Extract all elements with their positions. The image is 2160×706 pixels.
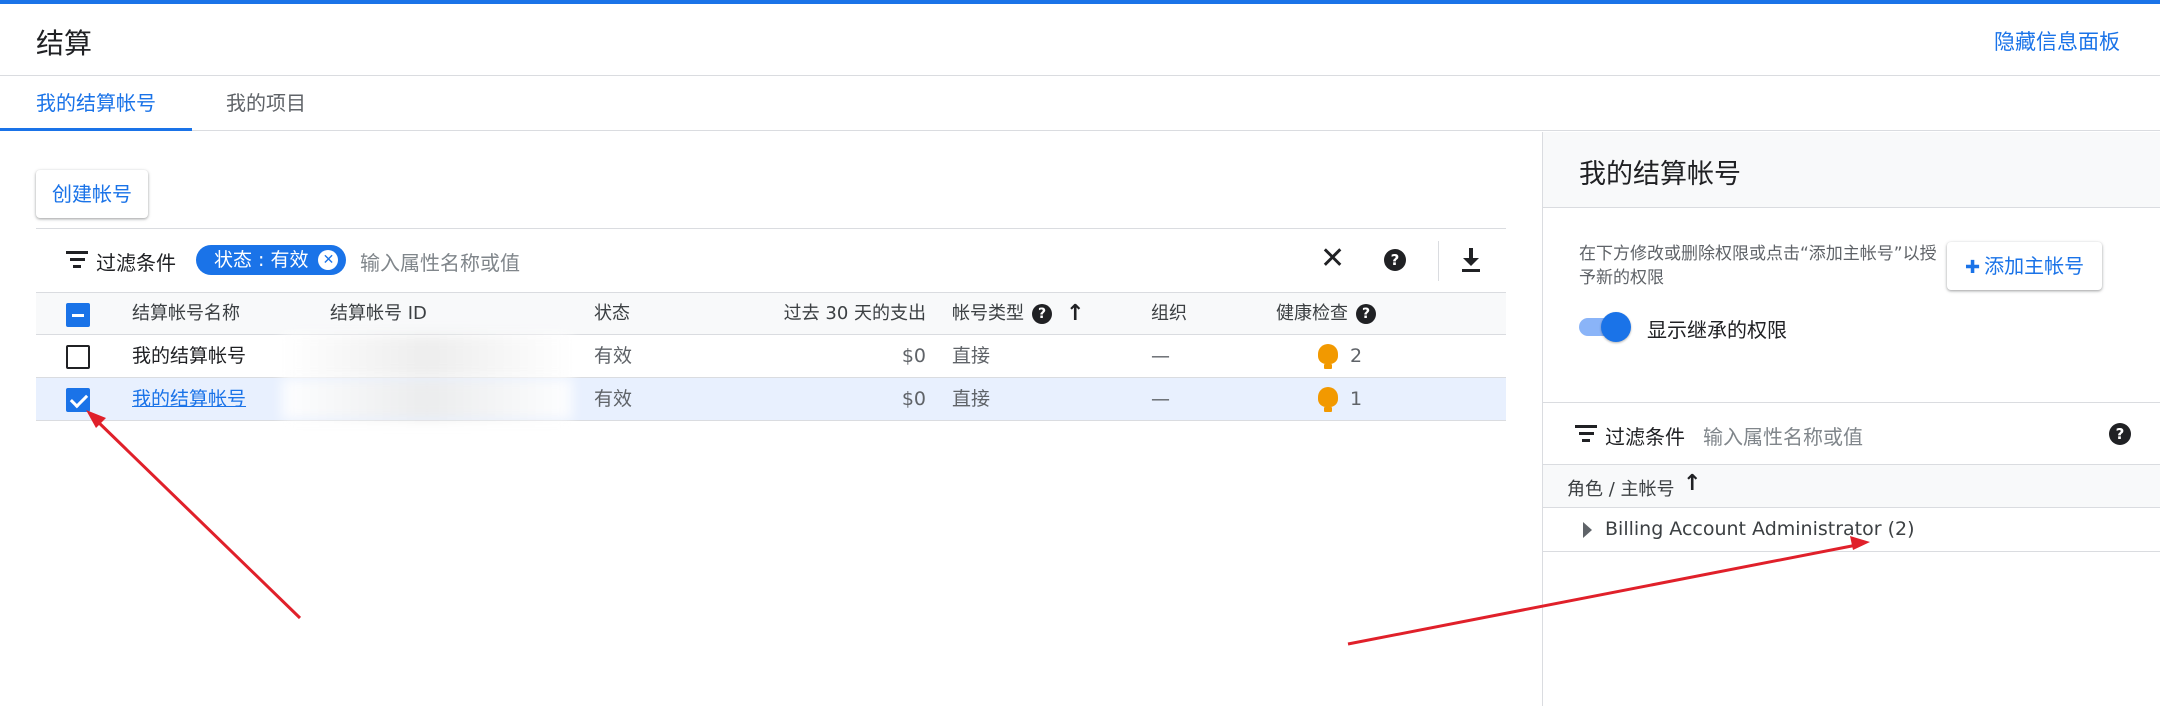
create-account-button[interactable]: 创建帐号 — [36, 170, 148, 218]
table-row[interactable]: 我的结算帐号 有效 $0 直接 — 1 — [36, 378, 1506, 421]
col-header-role[interactable]: 角色 / 主帐号 — [1567, 475, 1675, 501]
account-name[interactable]: 我的结算帐号 — [132, 335, 246, 377]
role-row-label: Billing Account Administrator (2) — [1605, 518, 1915, 540]
page-title: 结算 — [36, 27, 93, 60]
roles-table-header: 角色 / 主帐号 ↑ — [1543, 464, 2160, 508]
toolbar-divider — [1438, 241, 1439, 281]
select-all-checkbox[interactable] — [66, 303, 90, 327]
filter-input[interactable]: 输入属性名称或值 — [360, 247, 520, 276]
chip-remove-icon[interactable]: ✕ — [318, 250, 339, 270]
health-check[interactable]: 2 — [1318, 335, 1362, 377]
account-type: 直接 — [952, 345, 991, 367]
col-header-org[interactable]: 组织 — [1151, 293, 1187, 335]
col-header-health[interactable]: 健康检查? — [1276, 293, 1376, 335]
page-header: 结算 隐藏信息面板 — [0, 4, 2160, 76]
health-check[interactable]: 1 — [1318, 378, 1362, 420]
panel-filter-bar: 过滤条件 输入属性名称或值 ? — [1543, 402, 2160, 464]
account-type: 直接 — [952, 388, 991, 410]
add-principal-button[interactable]: ✚ 添加主帐号 — [1947, 242, 2103, 290]
status-filter-chip-label: 状态 : 有效 — [214, 249, 309, 271]
col-header-name[interactable]: 结算帐号名称 — [132, 293, 240, 335]
info-panel-title: 我的结算帐号 — [1579, 159, 1741, 190]
row-checkbox[interactable] — [66, 388, 90, 412]
expand-caret-icon[interactable] — [1583, 522, 1592, 538]
inherited-permissions-label: 显示继承的权限 — [1647, 318, 1787, 342]
filter-icon — [66, 251, 88, 271]
account-org: — — [1151, 388, 1170, 410]
inherited-permissions-toggle[interactable] — [1579, 310, 1631, 344]
sort-ascending-icon[interactable]: ↑ — [1683, 471, 1701, 496]
info-panel-header: 我的结算帐号 — [1543, 132, 2160, 208]
help-icon[interactable]: ? — [1384, 249, 1406, 271]
redacted-account-id — [282, 335, 572, 377]
account-status: 有效 — [594, 345, 633, 367]
col-header-status[interactable]: 状态 — [594, 293, 630, 335]
table-row[interactable]: 我的结算帐号 有效 $0 直接 — 2 — [36, 335, 1506, 378]
main-content: 创建帐号 过滤条件 状态 : 有效 ✕ 输入属性名称或值 ✕ ? 结算帐号名称 … — [0, 132, 1542, 706]
status-filter-chip[interactable]: 状态 : 有效 ✕ — [196, 245, 347, 275]
add-person-icon: ✚ — [1965, 256, 1981, 278]
panel-filter-input[interactable]: 输入属性名称或值 — [1703, 421, 1863, 450]
col-header-type[interactable]: 帐号类型? ↑ — [952, 293, 1084, 335]
health-count: 1 — [1350, 388, 1363, 410]
account-spend: $0 — [901, 388, 926, 410]
table-header: 结算帐号名称 结算帐号 ID 状态 过去 30 天的支出 帐号类型? ↑ 组织 健… — [36, 292, 1506, 335]
filter-bar: 过滤条件 状态 : 有效 ✕ 输入属性名称或值 ✕ ? — [36, 228, 1506, 292]
permissions-description: 在下方修改或删除权限或点击“添加主帐号”以授予新的权限 — [1579, 244, 1937, 288]
account-name-link[interactable]: 我的结算帐号 — [132, 378, 246, 420]
help-icon[interactable]: ? — [1032, 304, 1052, 324]
info-panel: 我的结算帐号 在下方修改或删除权限或点击“添加主帐号”以授予新的权限 ✚ 添加主帐… — [1542, 132, 2160, 706]
account-spend: $0 — [901, 345, 926, 367]
account-org: — — [1151, 345, 1170, 367]
clear-filter-icon[interactable]: ✕ — [1320, 243, 1345, 275]
col-header-health-label: 健康检查 — [1276, 303, 1348, 324]
row-checkbox[interactable] — [66, 345, 90, 369]
sort-ascending-icon[interactable]: ↑ — [1066, 293, 1084, 335]
tab-my-projects[interactable]: 我的项目 — [190, 77, 342, 131]
filter-icon — [1575, 425, 1597, 445]
help-icon[interactable]: ? — [2109, 423, 2131, 445]
col-header-id[interactable]: 结算帐号 ID — [330, 293, 427, 335]
account-status: 有效 — [594, 388, 633, 410]
col-header-spend[interactable]: 过去 30 天的支出 — [736, 293, 926, 335]
col-header-type-label: 帐号类型 — [952, 303, 1024, 324]
lightbulb-icon — [1318, 343, 1338, 370]
tab-bar: 我的结算帐号 我的项目 — [0, 77, 2160, 131]
panel-filter-label: 过滤条件 — [1605, 425, 1685, 449]
billing-accounts-table: 结算帐号名称 结算帐号 ID 状态 过去 30 天的支出 帐号类型? ↑ 组织 健… — [36, 292, 1506, 421]
help-icon[interactable]: ? — [1356, 304, 1376, 324]
add-principal-label: 添加主帐号 — [1984, 254, 2085, 278]
lightbulb-icon — [1318, 386, 1338, 413]
role-row[interactable]: Billing Account Administrator (2) — [1543, 508, 2160, 552]
redacted-account-id — [282, 378, 572, 420]
health-count: 2 — [1350, 345, 1363, 367]
filter-label: 过滤条件 — [96, 251, 176, 275]
tab-my-billing-accounts[interactable]: 我的结算帐号 — [0, 77, 192, 131]
hide-info-panel-link[interactable]: 隐藏信息面板 — [1994, 26, 2120, 56]
download-icon[interactable] — [1460, 247, 1482, 273]
